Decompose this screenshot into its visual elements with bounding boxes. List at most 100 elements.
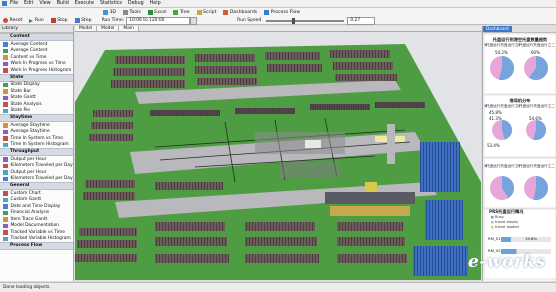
library-item-label: State Pie: [10, 108, 31, 114]
chart4-legend-1: Busy: [495, 215, 504, 219]
reset-label: Reset: [9, 18, 23, 23]
library-item-label: Average Staytime: [10, 122, 50, 128]
menu-edit[interactable]: Edit: [24, 1, 33, 6]
3d-button[interactable]: 3D: [103, 9, 116, 15]
library-item-icon: [3, 236, 8, 241]
model-3d-view[interactable]: [75, 32, 481, 280]
library-item[interactable]: Time In System vs Time: [0, 135, 73, 142]
library-item-icon: [3, 42, 8, 47]
library-group-state[interactable]: State: [0, 73, 73, 82]
run-speed-label: Run Speed: [237, 18, 262, 23]
library-item-label: Tracked Variable Histogram: [10, 236, 71, 242]
library-item[interactable]: Tracked Variable Histogram: [0, 236, 73, 243]
library-item[interactable]: Tracked Variable vs Time: [0, 229, 73, 236]
run-button[interactable]: Run: [29, 18, 44, 23]
library-item-label: Output per Hour: [10, 156, 47, 162]
tools-button[interactable]: Tools: [122, 9, 141, 15]
library-item-label: Time In System Histogram: [10, 142, 69, 148]
library-item-icon: [3, 176, 8, 181]
tab-model-1[interactable]: Model: [75, 26, 98, 31]
library-group-process-flow[interactable]: Process Flow: [0, 242, 73, 250]
library-item-label: Average Content: [10, 48, 48, 54]
run-speed-slider[interactable]: [266, 17, 345, 24]
library-item[interactable]: Time In System Histogram: [0, 142, 73, 149]
library-item-label: Average Content: [10, 41, 48, 47]
library-item-label: Model Documentation: [10, 223, 59, 229]
chart3-legend-2: 托盘运行托盘运行之二: [519, 164, 555, 168]
run-time-field[interactable]: 10:06 to 120:00: [126, 16, 191, 25]
dashboards-button[interactable]: Dashboards: [223, 9, 258, 15]
menu-file[interactable]: File: [10, 1, 18, 6]
toolbar-tools: 3D Tools Excel Tree Script Dashboards Pr…: [100, 8, 304, 16]
library-item-icon: [3, 48, 8, 53]
library-title: Library: [0, 26, 73, 33]
menu-debug[interactable]: Debug: [128, 1, 144, 6]
menu-statistics[interactable]: Statistics: [100, 1, 122, 6]
library-item[interactable]: Kilometers Traveled per Day: [0, 163, 73, 170]
process-flow-button[interactable]: Process Flow: [264, 9, 300, 15]
library-item-label: Content vs Time: [10, 54, 47, 60]
tree-icon: [173, 9, 179, 15]
reset-button[interactable]: Reset: [3, 18, 22, 23]
run-time-label: Run Time:: [101, 18, 125, 23]
chart4-swatch-loaded: [491, 226, 494, 229]
library-item-label: Work In Progress Histogram: [10, 67, 72, 73]
script-button[interactable]: Script: [196, 9, 217, 15]
chart4-row-1-label: RM_01: [488, 236, 501, 241]
library-item-label: State Display: [10, 82, 40, 88]
library-item-label: Work In Progress vs Time: [10, 61, 66, 67]
chart2-label-4: 53.4%: [487, 143, 500, 148]
library-item-icon: [3, 68, 8, 73]
library-item-icon: [3, 102, 8, 107]
stop-icon: [50, 18, 56, 23]
chart2-label-2: 41.3%: [489, 116, 502, 121]
chart4-legend-2: travel empty: [495, 220, 519, 224]
menu-build[interactable]: Build: [57, 1, 69, 6]
script-label: Script: [203, 9, 217, 15]
library-item-label: Item Trace Gantt: [10, 216, 48, 222]
library-item-icon: [3, 217, 8, 222]
library-group-throughput[interactable]: Throughput: [0, 148, 73, 156]
menu-help[interactable]: Help: [150, 1, 161, 6]
library-panel: Library Content Average Content Average Co…: [0, 26, 74, 281]
tree-button[interactable]: Tree: [173, 9, 190, 15]
library-group-general[interactable]: General: [0, 182, 73, 190]
run-speed-thumb[interactable]: [291, 17, 295, 24]
bottom-structures: [325, 192, 415, 216]
dashboards-label: Dashboards: [229, 9, 258, 15]
3d-label: 3D: [109, 9, 116, 15]
library-group-content[interactable]: Content: [0, 33, 73, 41]
chart3-legend-1: 托盘运行托盘运行之一: [486, 164, 522, 168]
dropdown-icon[interactable]: [190, 16, 198, 25]
excel-label: Excel: [154, 9, 167, 15]
library-item-label: Kilometers Traveled per Day: [10, 163, 73, 169]
run-speed-field[interactable]: 0.27: [347, 16, 376, 25]
library-item-icon: [3, 163, 8, 168]
e-works-logo: e-works: [468, 252, 546, 272]
library-item-icon: [3, 95, 8, 100]
excel-button[interactable]: Excel: [147, 9, 167, 15]
menu-execute[interactable]: Execute: [75, 1, 94, 6]
tools-icon: [122, 9, 128, 15]
library-item[interactable]: Kilometers Traveled per Day: [0, 176, 73, 183]
chart4-swatch-empty: [491, 221, 494, 224]
library-item-icon: [3, 210, 8, 215]
library-item-icon: [3, 129, 8, 134]
library-item[interactable]: Work In Progress Histogram: [0, 67, 73, 74]
app-logo-icon: [2, 1, 7, 6]
chart4-bar-1: [501, 237, 511, 242]
library-item-icon: [3, 55, 8, 60]
library-item-icon: [3, 61, 8, 66]
library-item-label: Custom Gantt: [10, 197, 42, 203]
library-item[interactable]: Work In Progress vs Time: [0, 61, 73, 68]
step-button[interactable]: Step: [74, 18, 92, 23]
chart2-label-1: 45.8%: [489, 110, 502, 115]
play-icon: [29, 18, 34, 23]
chart1-legend-2: 托盘运行托盘运行之二: [519, 43, 555, 47]
tab-model-2[interactable]: Model: [97, 26, 120, 31]
tab-main[interactable]: Main: [119, 26, 139, 31]
menu-view[interactable]: View: [39, 1, 50, 6]
stop-button[interactable]: Stop: [50, 18, 68, 23]
library-list: Content Average Content Average Content Con…: [0, 33, 73, 250]
library-group-staytime[interactable]: Staytime: [0, 114, 73, 122]
